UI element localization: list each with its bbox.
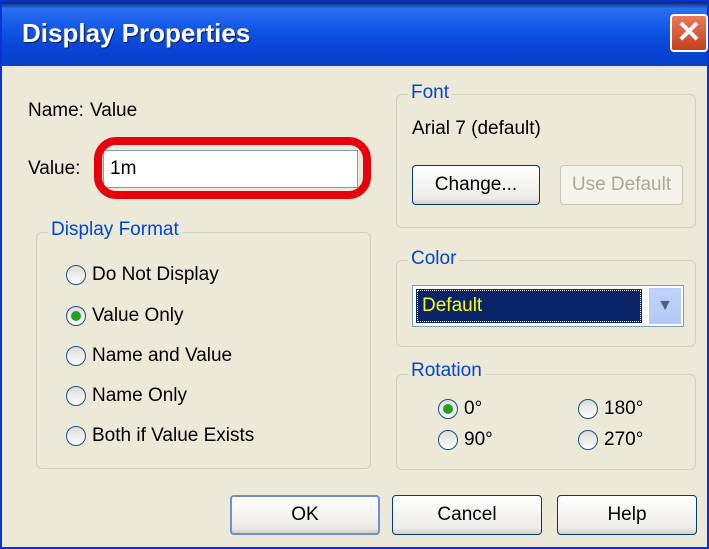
color-legend: Color: [408, 248, 460, 270]
radio-do-not-display[interactable]: Do Not Display: [66, 264, 219, 286]
color-selected-value: Default: [416, 289, 642, 323]
radio-name-only[interactable]: Name Only: [66, 385, 187, 407]
close-icon: ✕: [676, 16, 702, 49]
radio-label: Name Only: [92, 385, 188, 406]
close-button[interactable]: ✕: [670, 14, 708, 52]
radio-circle: [66, 306, 86, 326]
radio-rotation-180[interactable]: 180°: [578, 398, 643, 420]
radio-label: 180°: [604, 398, 644, 419]
radio-circle: [66, 346, 86, 366]
font-current: Arial 7 (default): [412, 118, 541, 139]
radio-circle: [438, 430, 458, 450]
ok-button[interactable]: OK: [230, 495, 380, 535]
display-format-legend: Display Format: [48, 219, 182, 241]
radio-circle: [66, 426, 86, 446]
radio-circle: [438, 399, 458, 419]
use-default-button[interactable]: Use Default: [560, 165, 683, 205]
radio-name-and-value[interactable]: Name and Value: [66, 345, 232, 367]
button-label: Help: [607, 504, 647, 525]
radio-label: Do Not Display: [92, 264, 219, 285]
button-label: OK: [291, 504, 319, 525]
name-value: Value: [90, 100, 138, 121]
value-label: Value:: [28, 158, 81, 179]
title-bar: Display Properties ✕: [2, 2, 708, 66]
radio-label: Value Only: [92, 305, 184, 326]
dialog-window: Display Properties ✕ Name: Value Value: …: [0, 0, 709, 549]
radio-label: 0°: [464, 398, 483, 419]
font-legend: Font: [408, 82, 453, 104]
highlight-annotation: [94, 137, 371, 199]
rotation-legend: Rotation: [408, 360, 485, 382]
name-label: Name:: [28, 100, 84, 121]
chevron-down-icon[interactable]: ▼: [649, 288, 681, 324]
window-title: Display Properties: [22, 18, 251, 48]
radio-label: 270°: [604, 429, 644, 450]
button-label: Change...: [434, 174, 518, 195]
radio-rotation-270[interactable]: 270°: [578, 429, 643, 451]
radio-circle: [66, 386, 86, 406]
change-font-button[interactable]: Change...: [412, 165, 540, 205]
radio-rotation-0[interactable]: 0°: [438, 398, 482, 420]
radio-circle: [66, 265, 86, 285]
radio-label: Both if Value Exists: [92, 425, 255, 446]
button-label: Cancel: [437, 504, 497, 525]
color-select[interactable]: Default ▼: [412, 285, 684, 327]
radio-rotation-90[interactable]: 90°: [438, 429, 493, 451]
radio-value-only[interactable]: Value Only: [66, 305, 184, 327]
help-button[interactable]: Help: [557, 495, 697, 535]
radio-label: Name and Value: [92, 345, 233, 366]
radio-circle: [578, 430, 598, 450]
radio-circle: [578, 399, 598, 419]
radio-both-if-value-exists[interactable]: Both if Value Exists: [66, 425, 254, 447]
radio-label: 90°: [464, 429, 493, 450]
button-label: Use Default: [571, 174, 672, 195]
font-group: [396, 94, 696, 228]
cancel-button[interactable]: Cancel: [392, 495, 542, 535]
rotation-group: [396, 374, 696, 470]
